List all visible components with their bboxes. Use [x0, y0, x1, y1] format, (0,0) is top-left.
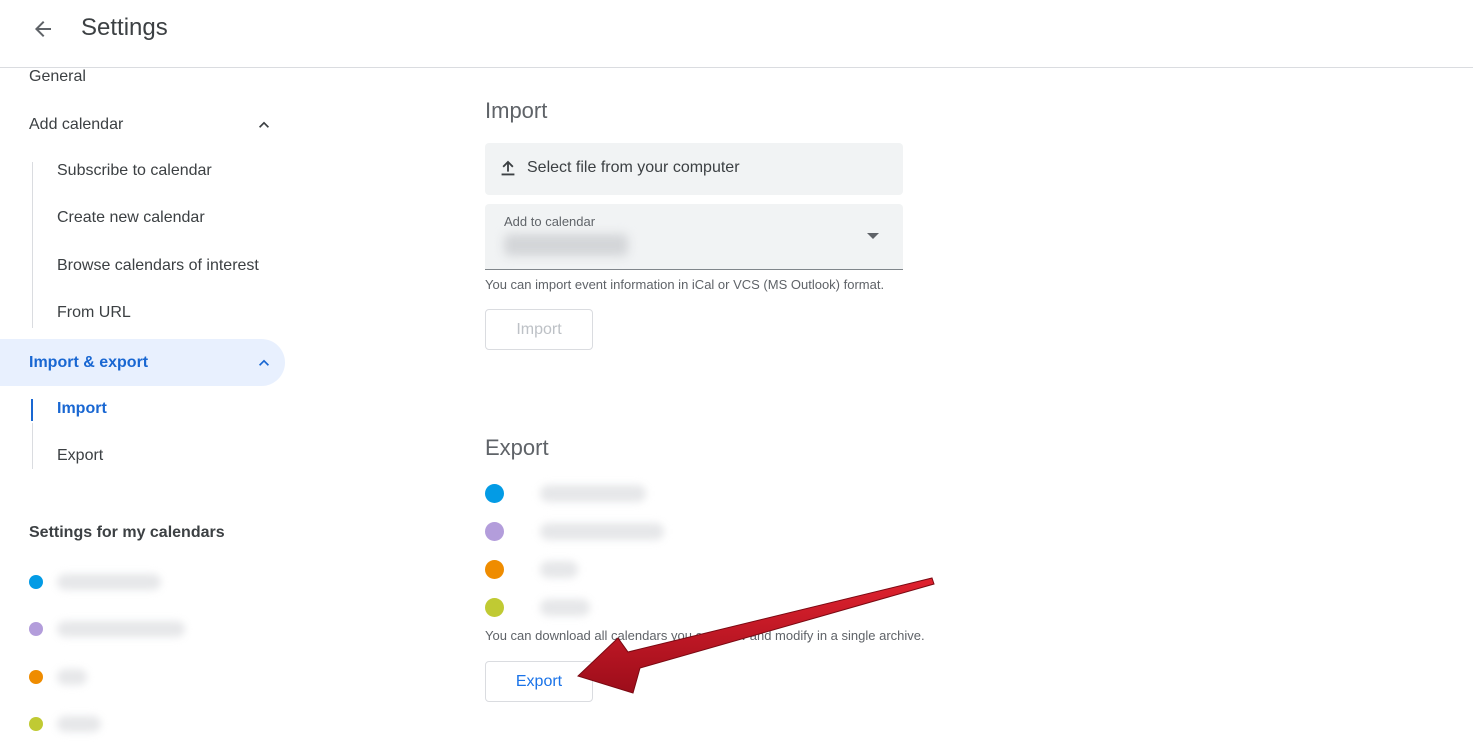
import-help-text: You can import event information in iCal…	[485, 277, 885, 292]
my-calendar-item[interactable]	[0, 700, 285, 747]
my-calendar-item[interactable]	[0, 558, 285, 605]
redacted-calendar-name	[540, 599, 590, 616]
sidebar-item-from-url[interactable]: From URL	[0, 290, 285, 337]
import-button[interactable]: Import	[485, 309, 593, 350]
my-calendar-item[interactable]	[0, 653, 285, 700]
calendar-color-dot	[485, 484, 504, 503]
sidebar-item-import[interactable]: Import	[0, 386, 285, 433]
export-calendar-item	[485, 475, 785, 513]
calendar-color-dot	[485, 598, 504, 617]
page-title: Settings	[81, 14, 168, 41]
sidebar-item-label: Import	[57, 400, 107, 417]
sidebar-item-label: Export	[57, 447, 104, 464]
calendar-color-dot	[29, 622, 43, 636]
select-file-button[interactable]: Select file from your computer	[485, 143, 903, 195]
select-file-label: Select file from your computer	[527, 159, 740, 176]
sidebar-item-general[interactable]: General	[0, 53, 285, 100]
redacted-calendar-name	[540, 485, 646, 502]
sidebar-item-subscribe-to-calendar[interactable]: Subscribe to calendar	[0, 148, 285, 195]
sidebar-item-create-new-calendar[interactable]: Create new calendar	[0, 195, 285, 242]
redacted-calendar-name	[504, 234, 628, 256]
add-to-calendar-select[interactable]: Add to calendar	[485, 204, 903, 270]
sidebar-item-label: Add calendar	[29, 115, 124, 133]
calendar-color-dot	[485, 522, 504, 541]
import-section-title: Import	[485, 98, 548, 123]
upload-icon	[501, 160, 515, 176]
add-to-calendar-label: Add to calendar	[504, 214, 596, 229]
calendar-color-dot	[29, 575, 43, 589]
calendar-color-dot	[29, 717, 43, 731]
export-calendar-item	[485, 513, 785, 551]
redacted-calendar-name	[57, 716, 101, 732]
sidebar-item-browse-calendars[interactable]: Browse calendars of interest	[0, 243, 285, 290]
sidebar-item-import-export[interactable]: Import & export	[0, 339, 285, 386]
redacted-calendar-name	[540, 523, 664, 540]
calendar-color-dot	[485, 560, 504, 579]
export-calendar-item	[485, 551, 785, 589]
main-content: Import Select file from your computer Ad…	[300, 68, 1473, 756]
sidebar-item-export[interactable]: Export	[0, 433, 285, 480]
export-button[interactable]: Export	[485, 661, 593, 702]
arrow-back-icon	[35, 21, 51, 37]
dropdown-arrow-icon	[867, 233, 879, 239]
sidebar-item-label: Create new calendar	[57, 209, 205, 226]
chevron-up-icon	[259, 121, 269, 128]
back-button[interactable]	[26, 12, 60, 46]
settings-sidebar: General Add calendar Subscribe to calend…	[0, 68, 300, 756]
my-calendars-heading: Settings for my calendars	[29, 524, 225, 541]
sidebar-item-label: Import & export	[29, 353, 149, 371]
export-section-title: Export	[485, 435, 549, 460]
my-calendar-item[interactable]	[0, 605, 285, 652]
chevron-up-icon	[259, 359, 269, 366]
calendar-color-dot	[29, 670, 43, 684]
redacted-calendar-name	[57, 621, 185, 637]
sidebar-item-label: Browse calendars of interest	[57, 257, 259, 274]
export-calendar-item	[485, 589, 785, 627]
redacted-calendar-name	[540, 561, 578, 578]
redacted-calendar-name	[57, 669, 87, 685]
export-help-text: You can download all calendars you can v…	[485, 628, 925, 643]
redacted-calendar-name	[57, 574, 161, 590]
sidebar-item-label: From URL	[57, 304, 131, 321]
sidebar-item-label: General	[29, 67, 86, 85]
sidebar-item-label: Subscribe to calendar	[57, 162, 212, 179]
sidebar-item-add-calendar[interactable]: Add calendar	[0, 101, 285, 148]
